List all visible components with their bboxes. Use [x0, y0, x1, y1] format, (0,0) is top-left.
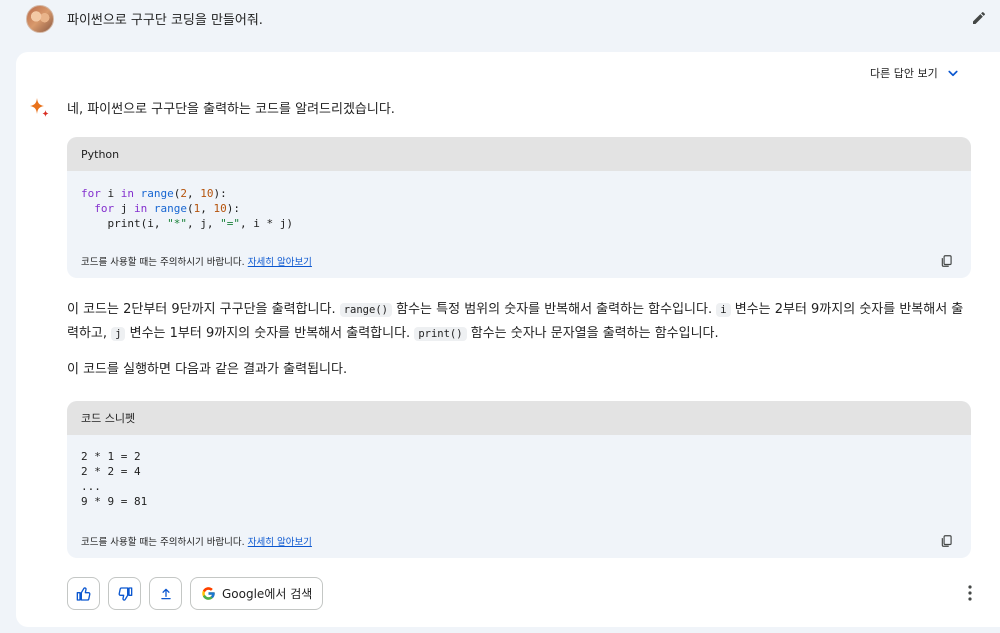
thumbs-up-icon [76, 586, 90, 601]
code-footer: 코드를 사용할 때는 주의하시기 바랍니다. 자세히 알아보기 [67, 244, 971, 278]
code-block-snippet: 코드 스니펫 2 * 1 = 2 2 * 2 = 4 ... 9 * 9 = 8… [67, 401, 971, 558]
code-disclaimer: 코드를 사용할 때는 주의하시기 바랍니다. 자세히 알아보기 [81, 257, 312, 268]
like-button[interactable] [67, 577, 100, 610]
more-vert-icon [968, 585, 972, 601]
learn-more-link[interactable]: 자세히 알아보기 [248, 257, 312, 268]
code-line-2: for j in range(1, 10): [81, 202, 240, 215]
answer-intro: 네, 파이썬으로 구구단을 출력하는 코드를 알려드리겠습니다. [67, 102, 395, 117]
code-content: for i in range(2, 10): for j in range(1,… [67, 171, 971, 244]
code-language-label: Python [67, 137, 971, 171]
learn-more-link[interactable]: 자세히 알아보기 [248, 537, 312, 548]
code-line-1: for i in range(2, 10): [81, 187, 227, 200]
code-disclaimer: 코드를 사용할 때는 주의하시기 바랍니다. 자세히 알아보기 [81, 537, 312, 548]
inline-code-j: j [111, 327, 126, 341]
explanation-paragraph: 이 코드는 2단부터 9단까지 구구단을 출력합니다. range() 함수는 … [67, 302, 964, 341]
inline-code-print: print() [414, 327, 467, 341]
result-intro-paragraph: 이 코드를 실행하면 다음과 같은 결과가 출력됩니다. [67, 362, 348, 377]
show-other-drafts-button[interactable]: 다른 답안 보기 [870, 64, 962, 82]
dislike-button[interactable] [108, 577, 141, 610]
chevron-down-icon [948, 70, 958, 77]
code-snippet-label: 코드 스니펫 [67, 401, 971, 435]
code-line-3: print(i, "*", j, "=", i * j) [81, 217, 293, 230]
copy-code-button[interactable] [937, 531, 957, 551]
copy-icon [941, 535, 952, 547]
google-g-icon [202, 587, 215, 600]
code-output: 2 * 1 = 2 2 * 2 = 4 ... 9 * 9 = 81 [81, 450, 148, 508]
copy-code-button[interactable] [937, 251, 957, 271]
code-block-python: Python for i in range(2, 10): for j in r… [67, 137, 971, 278]
user-prompt-row: 파이썬으로 구구단 코딩을 만들어줘. [0, 0, 1000, 38]
thumbs-down-icon [118, 586, 132, 601]
user-prompt-text: 파이썬으로 구구단 코딩을 만들어줘. [67, 13, 263, 28]
code-footer: 코드를 사용할 때는 주의하시기 바랍니다. 자세히 알아보기 [67, 524, 971, 558]
inline-code-i: i [716, 303, 731, 317]
share-icon [160, 588, 171, 599]
response-actions: Google에서 검색 [67, 577, 324, 610]
copy-icon [941, 255, 952, 267]
gemini-spark-icon [30, 98, 49, 117]
user-avatar [26, 5, 54, 33]
more-options-button[interactable] [960, 582, 980, 604]
share-button[interactable] [149, 577, 182, 610]
google-search-button[interactable]: Google에서 검색 [190, 577, 324, 610]
other-drafts-label: 다른 답안 보기 [870, 67, 938, 80]
pencil-icon [973, 11, 986, 24]
inline-code-range: range() [339, 303, 392, 317]
edit-prompt-button[interactable] [968, 7, 990, 29]
google-search-label: Google에서 검색 [222, 587, 313, 601]
